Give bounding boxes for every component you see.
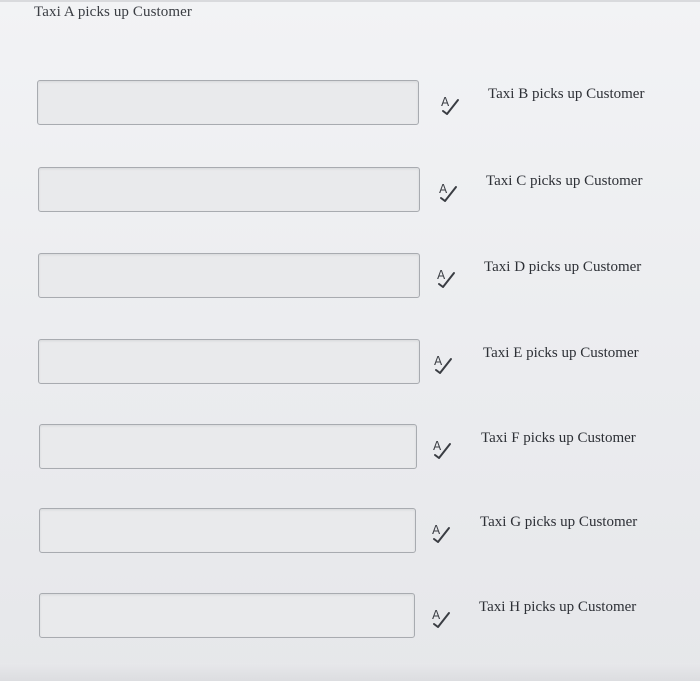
spell-check-icon[interactable]: A xyxy=(435,267,457,289)
svg-text:A: A xyxy=(441,95,450,109)
answer-row: A Taxi F picks up Customer xyxy=(39,424,679,484)
svg-text:A: A xyxy=(439,182,448,196)
answer-input[interactable] xyxy=(37,80,419,125)
question-label: Taxi A picks up Customer xyxy=(34,4,193,20)
option-label: Taxi H picks up Customer xyxy=(479,599,637,615)
answer-row: A Taxi C picks up Customer xyxy=(38,167,678,227)
option-label: Taxi B picks up Customer xyxy=(488,86,645,102)
option-label: Taxi G picks up Customer xyxy=(480,514,638,530)
answer-row: A Taxi D picks up Customer xyxy=(38,253,678,313)
option-label: Taxi E picks up Customer xyxy=(483,345,639,361)
spell-check-icon[interactable]: A xyxy=(431,438,453,460)
option-label: Taxi C picks up Customer xyxy=(486,173,643,189)
spell-check-icon[interactable]: A xyxy=(437,181,459,203)
answer-input[interactable] xyxy=(38,339,420,384)
spell-check-icon[interactable]: A xyxy=(432,353,454,375)
answer-input[interactable] xyxy=(39,508,416,553)
spell-check-icon[interactable]: A xyxy=(430,522,452,544)
top-divider xyxy=(0,0,700,2)
bottom-edge xyxy=(0,663,700,681)
answer-input[interactable] xyxy=(39,593,415,638)
answer-input[interactable] xyxy=(38,167,420,212)
svg-text:A: A xyxy=(437,268,446,282)
svg-text:A: A xyxy=(433,439,442,453)
answer-row: A Taxi H picks up Customer xyxy=(39,593,679,653)
answer-row: A Taxi B picks up Customer xyxy=(37,80,677,140)
answer-input[interactable] xyxy=(38,253,420,298)
answer-row: A Taxi G picks up Customer xyxy=(39,508,679,568)
option-label: Taxi F picks up Customer xyxy=(481,430,636,446)
answer-input[interactable] xyxy=(39,424,417,469)
option-label: Taxi D picks up Customer xyxy=(484,259,642,275)
svg-text:A: A xyxy=(432,523,441,537)
spell-check-icon[interactable]: A xyxy=(439,94,461,116)
answer-row: A Taxi E picks up Customer xyxy=(38,339,678,399)
spell-check-icon[interactable]: A xyxy=(430,607,452,629)
svg-text:A: A xyxy=(434,354,443,368)
svg-text:A: A xyxy=(432,608,441,622)
